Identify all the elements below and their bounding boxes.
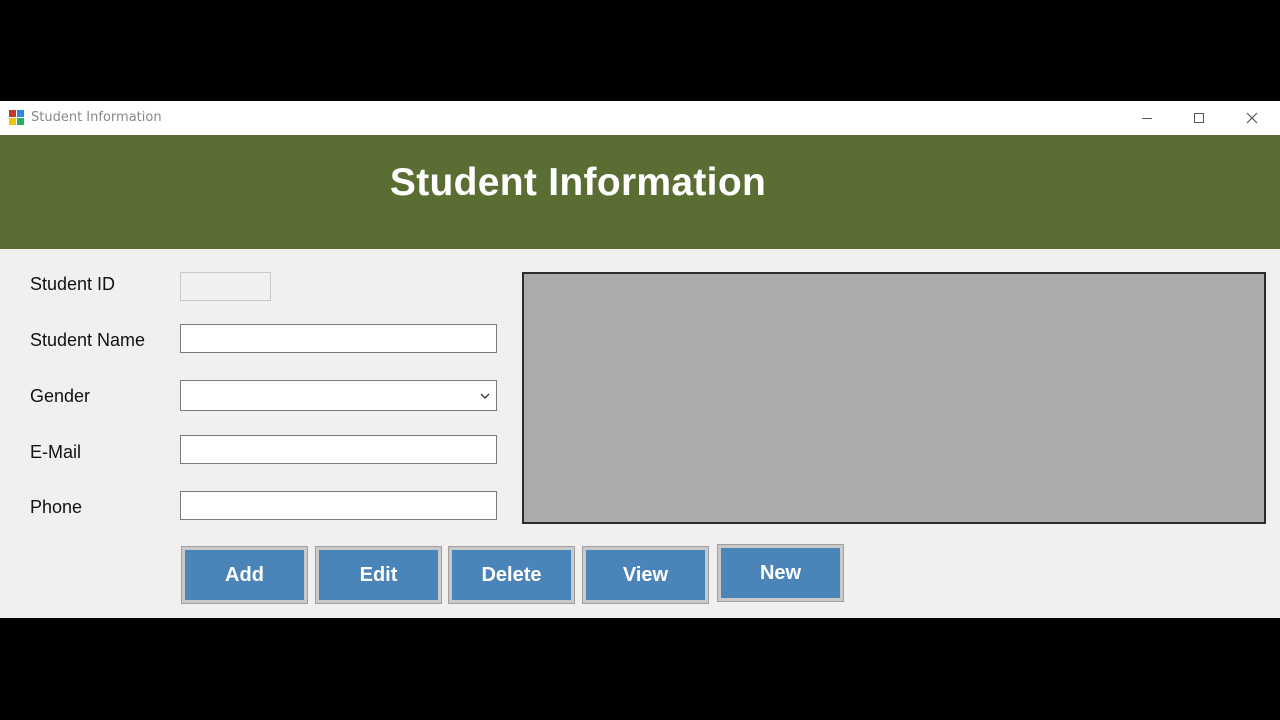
view-button[interactable]: View [582,546,709,604]
page-title: Student Information [389,161,767,204]
title-bar: Student Information [0,101,1280,135]
app-icon [9,110,25,126]
minimize-icon [1142,118,1152,119]
gender-dropdown[interactable] [180,380,497,411]
student-id-field[interactable] [180,272,271,301]
delete-button[interactable]: Delete [448,546,575,604]
add-button[interactable]: Add [181,546,308,604]
phone-label: Phone [30,497,83,517]
header-banner: Student Information [0,135,1280,249]
student-data-grid[interactable] [522,272,1266,524]
email-label: E-Mail [30,442,82,462]
edit-button[interactable]: Edit [315,546,442,604]
student-name-field[interactable] [180,324,497,353]
chevron-down-icon [480,393,490,399]
student-name-label: Student Name [30,330,146,350]
window-title: Student Information [31,110,162,125]
maximize-button[interactable] [1176,101,1222,135]
maximize-icon [1194,113,1204,123]
phone-field[interactable] [180,491,497,520]
student-id-label: Student ID [30,274,116,294]
close-icon [1246,112,1258,124]
gender-label: Gender [30,386,91,406]
app-window: Student Information Student Information … [0,101,1280,618]
email-field[interactable] [180,435,497,464]
minimize-button[interactable] [1124,101,1170,135]
close-button[interactable] [1229,101,1275,135]
new-button[interactable]: New [717,544,844,602]
